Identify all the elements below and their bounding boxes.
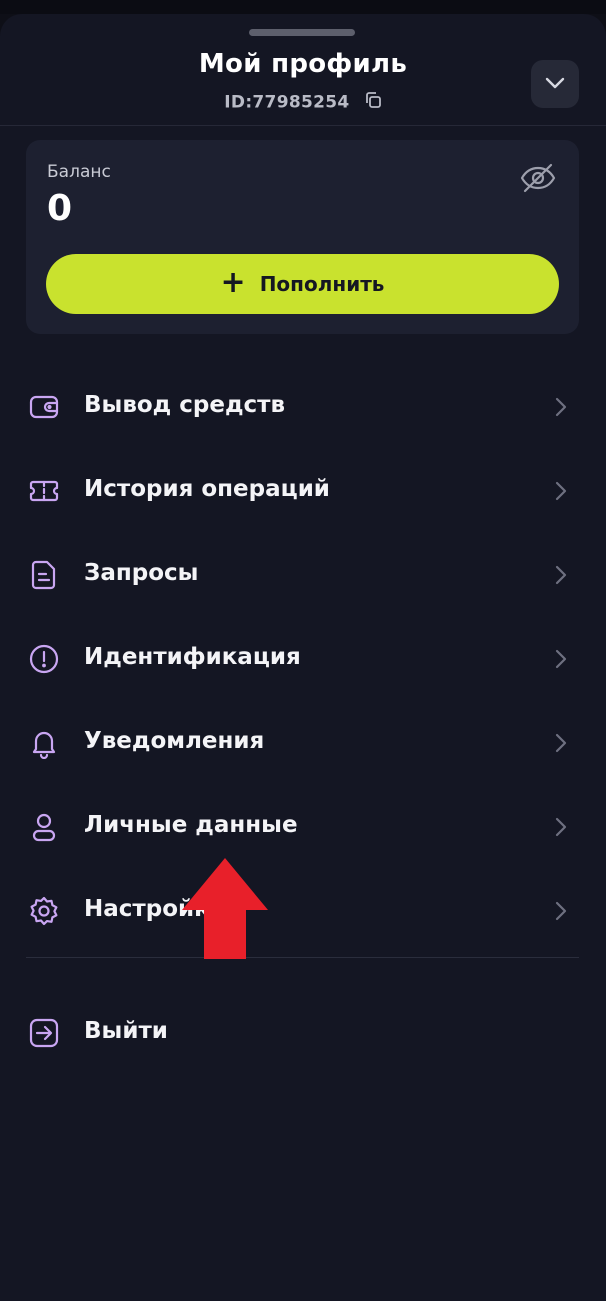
ticket-icon	[28, 475, 60, 507]
profile-header: Мой профиль ID:77985254	[0, 14, 606, 126]
menu-divider	[26, 957, 579, 958]
menu-item-notifications[interactable]: Уведомления	[0, 700, 606, 784]
menu-item-identification[interactable]: Идентификация	[0, 616, 606, 700]
menu-item-label: Идентификация	[84, 644, 301, 670]
menu-item-label: Уведомления	[84, 728, 265, 754]
balance-label: Баланс	[47, 162, 111, 182]
logout-button[interactable]: Выйти	[0, 990, 606, 1074]
eye-off-icon[interactable]	[520, 162, 556, 198]
balance-value: 0	[47, 188, 73, 229]
menu-item-label: Вывод средств	[84, 392, 286, 418]
gear-icon	[28, 895, 60, 927]
copy-icon[interactable]	[364, 91, 382, 114]
status-bar-strip	[0, 0, 606, 14]
chevron-right-icon	[554, 648, 568, 674]
topup-button[interactable]: + Пополнить	[46, 254, 559, 314]
chevron-right-icon	[554, 900, 568, 926]
chevron-right-icon	[554, 732, 568, 758]
chevron-right-icon	[554, 816, 568, 842]
collapse-button[interactable]	[531, 60, 579, 108]
plus-icon: +	[220, 264, 246, 300]
alert-circle-icon	[28, 643, 60, 675]
wallet-icon	[28, 391, 60, 423]
annotation-arrow	[180, 858, 270, 964]
chevron-right-icon	[554, 396, 568, 422]
user-icon	[28, 811, 60, 843]
document-icon	[28, 559, 60, 591]
menu-item-label: Личные данные	[84, 812, 298, 838]
logout-label: Выйти	[84, 1018, 168, 1044]
balance-card: Баланс 0 + Пополнить	[26, 140, 579, 334]
menu-item-requests[interactable]: Запросы	[0, 532, 606, 616]
menu-item-withdraw[interactable]: Вывод средств	[0, 364, 606, 448]
menu-item-history[interactable]: История операций	[0, 448, 606, 532]
bell-icon	[28, 727, 60, 760]
user-id-row: ID:77985254	[0, 91, 606, 114]
menu-item-personal-data[interactable]: Личные данные	[0, 784, 606, 868]
menu-item-label: История операций	[84, 476, 330, 502]
user-id: ID:77985254	[224, 92, 350, 113]
page-title: Мой профиль	[198, 49, 408, 79]
menu-item-settings[interactable]: Настройки	[0, 868, 606, 952]
menu-item-label: Запросы	[84, 560, 199, 586]
logout-icon	[28, 1017, 60, 1053]
chevron-right-icon	[554, 564, 568, 590]
chevron-right-icon	[554, 480, 568, 506]
chevron-down-icon	[544, 75, 566, 94]
topup-label: Пополнить	[259, 272, 385, 296]
